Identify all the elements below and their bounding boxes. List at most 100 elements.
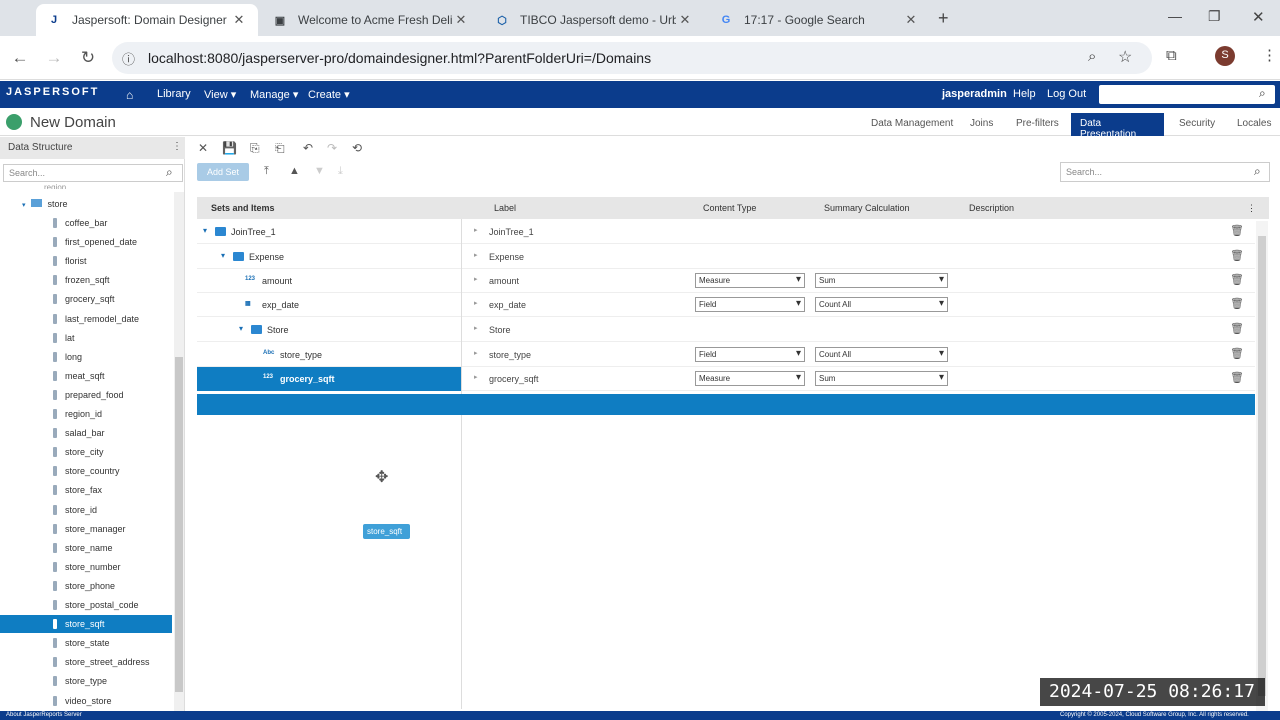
expand-label-icon[interactable]: ▸ (474, 275, 478, 283)
tree-field-item[interactable]: store_postal_code (0, 596, 172, 614)
item-label[interactable]: grocery_sqft (489, 374, 539, 384)
content-type-select[interactable]: Measure (695, 273, 805, 288)
import-icon[interactable]: ⎗ (275, 141, 285, 156)
item-label[interactable]: store_type (489, 350, 531, 360)
tree-field-item[interactable]: first_opened_date (0, 233, 172, 251)
tree-field-item[interactable]: region_id (0, 405, 172, 423)
delete-icon[interactable]: 🗑 (1230, 297, 1244, 310)
tree-field-item[interactable]: salad_bar (0, 424, 172, 442)
browser-tab-google[interactable]: G 17:17 - Google Search ✕ (708, 4, 930, 36)
tree-field-item[interactable]: store_country (0, 462, 172, 480)
tree-field-item[interactable]: store_type (0, 672, 172, 690)
summary-calculation-select[interactable]: Count All (815, 347, 948, 362)
user-name[interactable]: jasperadmin (942, 88, 1007, 100)
menu-create[interactable]: Create ▾ (308, 88, 350, 101)
window-close-icon[interactable]: ✕ (1252, 8, 1265, 26)
reload-icon[interactable]: ↻ (78, 48, 98, 68)
summary-calculation-select[interactable]: Sum (815, 371, 948, 386)
profile-avatar[interactable]: S (1215, 46, 1235, 66)
item-label[interactable]: amount (489, 276, 519, 286)
move-to-top-icon[interactable]: ⤒ (264, 165, 269, 178)
tree-field-item[interactable]: last_remodel_date (0, 310, 172, 328)
menu-view[interactable]: View ▾ (204, 88, 236, 101)
browser-menu-icon[interactable]: ⋮ (1262, 46, 1277, 64)
zoom-icon[interactable]: ⌕ (1088, 48, 1096, 65)
tree-field-item[interactable]: prepared_food (0, 386, 172, 404)
tree-field-item[interactable]: lat (0, 329, 172, 347)
table-row[interactable]: 123 grocery_sqft ▸ grocery_sqft Measure Sum 🗑 (197, 367, 1255, 391)
item-label[interactable]: Expense (489, 252, 524, 262)
expand-label-icon[interactable]: ▸ (474, 373, 478, 381)
summary-calculation-select[interactable]: Count All (815, 297, 948, 312)
global-search-input[interactable]: ⌕ (1099, 85, 1275, 104)
menu-library[interactable]: Library (157, 88, 191, 100)
extensions-icon[interactable]: ⧉ (1166, 47, 1177, 64)
about-link[interactable]: About JasperReports Server (6, 712, 82, 718)
expand-toggle-icon[interactable]: ▾ (239, 324, 243, 333)
expand-toggle-icon[interactable]: ▾ (203, 226, 207, 235)
restore-icon[interactable]: ❐ (1208, 8, 1221, 25)
tab-data-presentation[interactable]: Data Presentation (1071, 113, 1164, 140)
search-icon[interactable]: ⌕ (1254, 164, 1261, 179)
left-scrollbar[interactable] (174, 192, 184, 712)
scroll-thumb[interactable] (1258, 236, 1266, 696)
browser-tab-tibco[interactable]: ⬡ TIBCO Jaspersoft demo - Urba ✕ (484, 4, 704, 36)
tree-field-item[interactable]: meat_sqft (0, 367, 172, 385)
tab-pre-filters[interactable]: Pre-filters (1007, 113, 1068, 136)
content-type-select[interactable]: Measure (695, 371, 805, 386)
tree-field-item[interactable]: store_name (0, 539, 172, 557)
delete-icon[interactable]: 🗑 (1230, 224, 1244, 237)
summary-calculation-select[interactable]: Sum (815, 273, 948, 288)
menu-manage[interactable]: Manage ▾ (250, 88, 298, 101)
delete-icon[interactable]: 🗑 (1230, 273, 1244, 286)
table-row[interactable]: ▾ Store ▸ Store 🗑 (197, 318, 1255, 342)
tree-field-item[interactable]: store_manager (0, 520, 172, 538)
expand-toggle-icon[interactable]: ▾ (221, 251, 225, 260)
tree-table-store[interactable]: ▾ store (22, 199, 68, 209)
expand-label-icon[interactable]: ▸ (474, 251, 478, 259)
grid-scrollbar[interactable] (1256, 221, 1268, 711)
collapse-icon[interactable]: ▾ (22, 202, 26, 209)
tree-field-item[interactable]: grocery_sqft (0, 290, 172, 308)
tree-field-item[interactable]: store_sqft (0, 615, 172, 634)
add-set-button[interactable]: Add Set (197, 163, 249, 181)
tree-field-item[interactable]: long (0, 348, 172, 366)
delete-icon[interactable]: 🗑 (1230, 347, 1244, 360)
expand-label-icon[interactable]: ▸ (474, 349, 478, 357)
table-row[interactable]: ▾ JoinTree_1 ▸ JoinTree_1 🗑 (197, 220, 1255, 244)
item-label[interactable]: Store (489, 325, 511, 335)
redo-icon[interactable]: ↷ (327, 141, 337, 155)
close-tab-icon[interactable]: ✕ (230, 12, 248, 28)
item-label[interactable]: JoinTree_1 (489, 227, 534, 237)
expand-label-icon[interactable]: ▸ (474, 226, 478, 234)
tab-locales[interactable]: Locales (1228, 113, 1280, 136)
undo-all-icon[interactable]: ⟲ (352, 141, 362, 155)
minimize-icon[interactable]: — (1168, 8, 1182, 24)
tab-security[interactable]: Security (1170, 113, 1224, 136)
dragged-item[interactable]: store_sqft (363, 524, 410, 539)
browser-tab-acme[interactable]: ▣ Welcome to Acme Fresh Delive ✕ (262, 4, 480, 36)
move-up-icon[interactable]: ▲ (289, 165, 300, 177)
tree-field-item[interactable]: video_store (0, 692, 172, 710)
content-type-select[interactable]: Field (695, 297, 805, 312)
browser-tab-domain-designer[interactable]: J Jaspersoft: Domain Designer ✕ (36, 4, 258, 36)
search-icon[interactable]: ⌕ (166, 165, 173, 180)
table-row[interactable]: 123 amount ▸ amount Measure Sum 🗑 (197, 269, 1255, 293)
tree-field-item[interactable]: store_fax (0, 481, 172, 499)
tree-field-item[interactable]: coffee_bar (0, 214, 172, 232)
back-icon[interactable]: ← (10, 48, 30, 68)
tab-joins[interactable]: Joins (961, 113, 1002, 136)
item-label[interactable]: exp_date (489, 300, 526, 310)
expand-label-icon[interactable]: ▸ (474, 299, 478, 307)
items-search-input[interactable]: Search... ⌕ (1060, 162, 1270, 182)
logout-link[interactable]: Log Out (1047, 88, 1086, 100)
delete-icon[interactable]: 🗑 (1230, 249, 1244, 262)
drop-target-row[interactable] (197, 394, 1255, 415)
bookmark-star-icon[interactable]: ☆ (1118, 47, 1132, 67)
tree-field-item[interactable]: store_id (0, 501, 172, 519)
forward-icon[interactable]: → (44, 48, 64, 68)
panel-menu-icon[interactable]: ⋮ (172, 141, 182, 152)
close-tab-icon[interactable]: ✕ (452, 12, 470, 28)
export-icon[interactable]: ⎘ (250, 141, 260, 156)
close-icon[interactable]: ✕ (198, 141, 208, 155)
